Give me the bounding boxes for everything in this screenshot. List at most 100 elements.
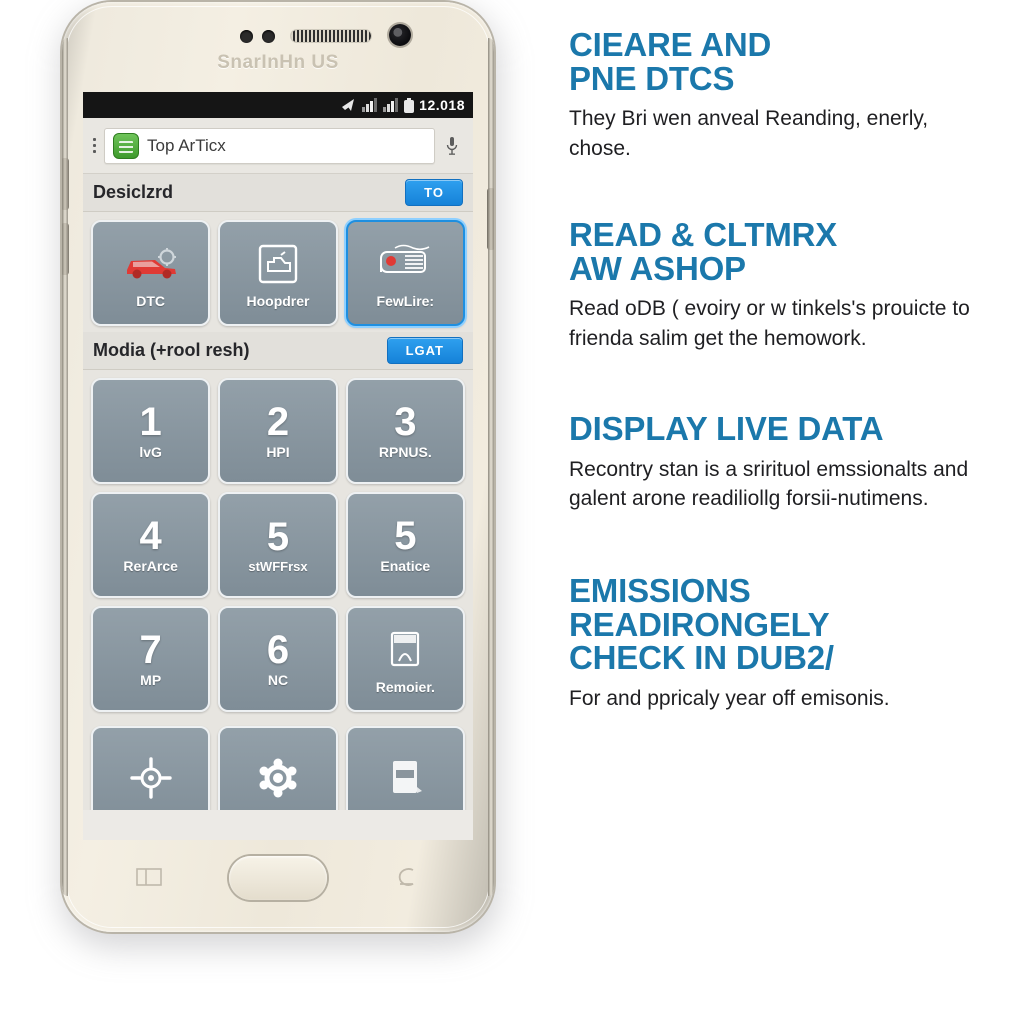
- tile-mode-12[interactable]: [345, 726, 465, 810]
- feature-block-live-data: DISPLAY LIVE DATA Recontry stan is a sri…: [569, 412, 994, 514]
- tile-label: Remoier.: [375, 679, 435, 695]
- feature-body: They Bri wen anveal Reanding, enerly, ch…: [569, 107, 929, 161]
- tile-label: DTC: [136, 293, 166, 309]
- tile-hoopdrer[interactable]: Hoopdrer: [218, 220, 338, 326]
- recents-key[interactable]: [136, 866, 162, 888]
- feature-heading-line1: DISPLAY LIVE DATA: [569, 409, 884, 447]
- power-button[interactable]: [487, 188, 494, 250]
- feature-body: Read oDB ( evoiry or w tinkels's prouict…: [569, 297, 970, 351]
- tile-number: 2: [266, 400, 290, 444]
- section-header-modes: Modia (+rool resh) LGAT: [83, 332, 473, 370]
- search-input-value: Top ArTicx: [147, 135, 226, 155]
- phone-top-bezel: SnarInHn US: [62, 2, 494, 98]
- signal-icon: [362, 98, 378, 112]
- tile-mode-9[interactable]: Remoier.: [345, 606, 465, 712]
- engine-bay-icon: [255, 237, 301, 291]
- tile-label: RerArce: [123, 558, 178, 574]
- feature-heading-line2: PNE DTCS: [569, 59, 735, 97]
- phone-column: SnarInHn US 12.018 Top ArTicx Desiclzrd …: [0, 0, 545, 1024]
- tile-number: 7: [139, 628, 162, 672]
- microphone-icon[interactable]: [441, 136, 463, 156]
- tile-mode-10[interactable]: [91, 726, 211, 810]
- tile-label: stWFFrsx: [248, 558, 308, 574]
- feature-block-emissions: EMISSIONS READIRONGELY CHECK IN DUB2/ Fo…: [569, 574, 994, 714]
- smartphone: SnarInHn US 12.018 Top ArTicx Desiclzrd …: [62, 2, 494, 932]
- tile-mode-7[interactable]: 7 MP: [91, 606, 211, 712]
- proximity-sensor-icon: [240, 30, 253, 43]
- earpiece-speaker: [290, 29, 372, 43]
- file-icon: [384, 751, 426, 805]
- tile-number: 4: [139, 514, 162, 558]
- tile-fewlire[interactable]: FewLire:: [345, 220, 465, 326]
- tile-number: 5: [266, 514, 290, 559]
- section-title: Modia (+rool resh): [93, 340, 250, 360]
- home-button[interactable]: [229, 856, 327, 900]
- diagnostics-tile-grid: DTC Hoopdrer FewLire:: [83, 212, 473, 332]
- feature-heading-line1: READ & CLTMRX: [569, 215, 838, 253]
- gear-icon: [257, 751, 299, 805]
- front-camera-icon: [389, 24, 411, 46]
- light-sensor-icon: [262, 30, 275, 43]
- tile-label: RPNUS.: [378, 444, 432, 460]
- overflow-menu-icon[interactable]: [93, 138, 98, 153]
- status-bar: 12.018: [83, 92, 473, 118]
- feature-heading: READ & CLTMRX AW ASHOP: [569, 218, 994, 285]
- volume-up-button[interactable]: [62, 158, 69, 210]
- feature-block-clear-dtcs: CIEARE AND PNE DTCS They Bri wen anveal …: [569, 28, 994, 164]
- tile-number: 3: [394, 400, 417, 444]
- modes-tile-grid-row4: [83, 718, 473, 810]
- feature-list: CIEARE AND PNE DTCS They Bri wen anveal …: [545, 0, 1024, 1024]
- signal-icon: [383, 98, 399, 112]
- feature-body: For and ppricaly year off emisonis.: [569, 687, 890, 711]
- tile-number: 6: [266, 628, 290, 672]
- volume-down-button[interactable]: [62, 223, 69, 275]
- tile-label: HPI: [266, 444, 290, 460]
- feature-heading: DISPLAY LIVE DATA: [569, 412, 994, 446]
- tile-label: NC: [267, 672, 289, 688]
- tile-label: Hoopdrer: [246, 293, 310, 309]
- section-action-button[interactable]: LGAT: [386, 337, 463, 364]
- tile-mode-5[interactable]: 5 stWFFrsx: [218, 492, 338, 598]
- crosshair-icon: [129, 751, 172, 805]
- tile-mode-4[interactable]: 4 RerArce: [91, 492, 211, 598]
- modes-grid-wrap: 1 lvG 2 HPI 3 RPNUS. 4 RerArce 5 stWFFrs…: [83, 370, 473, 810]
- modes-tile-grid: 1 lvG 2 HPI 3 RPNUS. 4 RerArce 5 stWFFrs…: [83, 370, 473, 718]
- phone-bottom-bezel: [62, 840, 494, 932]
- feature-heading: CIEARE AND PNE DTCS: [569, 28, 994, 95]
- tile-mode-11[interactable]: [218, 726, 338, 810]
- fuel-gauge-icon: [375, 237, 435, 291]
- status-bar-clock: 12.018: [419, 97, 465, 113]
- phone-screen: 12.018 Top ArTicx Desiclzrd TO DTC Hoopd…: [83, 92, 473, 840]
- tile-dtc[interactable]: DTC: [91, 220, 211, 326]
- tile-label: FewLire:: [376, 293, 435, 309]
- green-app-icon: [113, 132, 139, 159]
- tile-mode-2[interactable]: 2 HPI: [218, 378, 338, 484]
- tile-mode-3[interactable]: 3 RPNUS.: [345, 378, 465, 484]
- search-row: Top ArTicx: [83, 118, 473, 174]
- wifi-icon: [342, 99, 355, 111]
- tile-number: 1: [139, 400, 162, 444]
- battery-icon: [404, 97, 415, 113]
- tile-label: lvG: [139, 444, 162, 460]
- tile-number: 5: [394, 514, 417, 558]
- back-key[interactable]: [394, 866, 420, 888]
- section-title: Desiclzrd: [93, 182, 174, 202]
- poster-root: SnarInHn US 12.018 Top ArTicx Desiclzrd …: [0, 0, 1024, 1024]
- phone-left-rail: [62, 38, 69, 896]
- feature-heading: EMISSIONS READIRONGELY CHECK IN DUB2/: [569, 574, 994, 675]
- feature-heading-line1: CIEARE AND: [569, 26, 772, 63]
- section-header-diagnostics: Desiclzrd TO: [83, 174, 473, 212]
- tile-mode-8[interactable]: 6 NC: [218, 606, 338, 712]
- tile-label: Enatice: [380, 558, 431, 574]
- phone-right-rail: [487, 38, 494, 896]
- feature-block-read-codes: READ & CLTMRX AW ASHOP Read oDB ( evoiry…: [569, 218, 994, 354]
- status-bar-icons: [341, 97, 415, 113]
- search-input[interactable]: Top ArTicx: [104, 127, 435, 164]
- feature-heading-line3: CHECK IN DUB2/: [569, 639, 834, 677]
- feature-heading-line2: READIRONGELY: [569, 605, 830, 643]
- tile-mode-1[interactable]: 1 lvG: [91, 378, 211, 484]
- section-action-button[interactable]: TO: [405, 179, 463, 206]
- red-car-icon: [121, 237, 181, 291]
- tile-label: MP: [140, 672, 162, 688]
- tile-mode-6[interactable]: 5 Enatice: [345, 492, 465, 598]
